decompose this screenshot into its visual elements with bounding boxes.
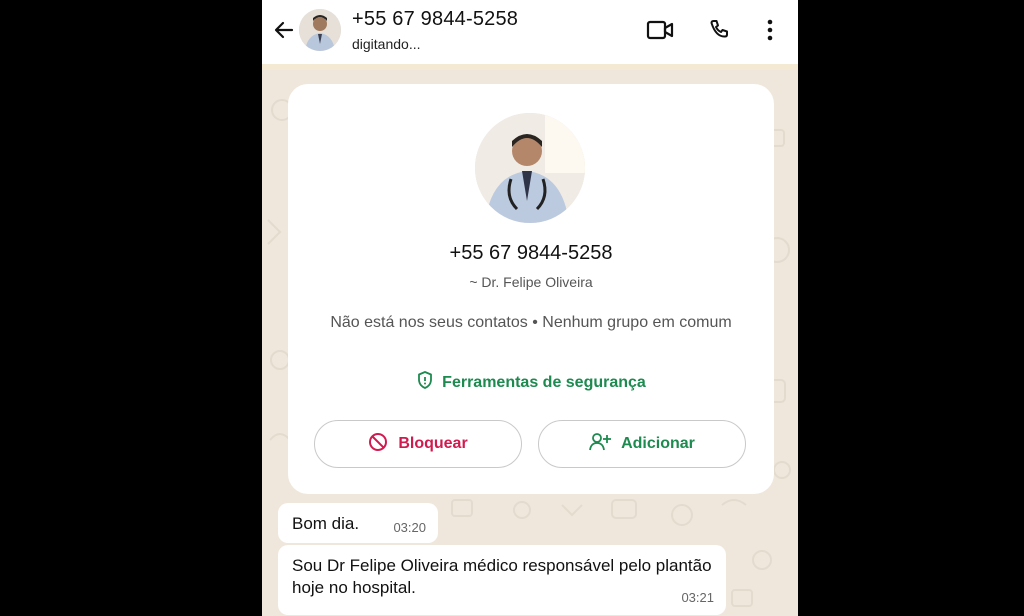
message-bubble[interactable]: Bom dia. 03:20 xyxy=(278,503,438,543)
message-text: Bom dia. xyxy=(292,514,360,533)
contact-phone: +55 67 9844-5258 xyxy=(449,242,613,264)
header-divider xyxy=(262,64,798,70)
message-text: Sou Dr Felipe Oliveira médico responsáve… xyxy=(292,556,712,597)
shield-icon xyxy=(416,370,434,395)
more-options-icon[interactable] xyxy=(756,16,784,44)
contact-status-info: Não está nos seus contatos • Nenhum grup… xyxy=(330,314,732,331)
chat-screen: +55 67 9844-5258 digitando... +55 67 984… xyxy=(262,0,798,616)
message-time: 03:20 xyxy=(393,520,426,535)
contact-info-card: +55 67 9844-5258 ~ Dr. Felipe Oliveira N… xyxy=(288,84,774,494)
video-call-icon[interactable] xyxy=(646,16,674,44)
block-label: Bloquear xyxy=(398,435,468,452)
security-tools-label: Ferramentas de segurança xyxy=(442,373,646,391)
add-contact-button[interactable]: Adicionar xyxy=(538,420,746,468)
chat-header: +55 67 9844-5258 digitando... xyxy=(262,0,798,64)
header-status: digitando... xyxy=(352,36,421,52)
message-time: 03:21 xyxy=(681,590,714,605)
contact-name: ~ Dr. Felipe Oliveira xyxy=(469,274,593,290)
add-contact-icon xyxy=(589,432,612,457)
contact-avatar[interactable] xyxy=(475,113,585,223)
block-button[interactable]: Bloquear xyxy=(314,420,522,468)
phone-call-icon[interactable] xyxy=(705,16,733,44)
message-bubble[interactable]: Sou Dr Felipe Oliveira médico responsáve… xyxy=(278,545,726,615)
back-arrow-icon[interactable] xyxy=(270,16,298,44)
add-contact-label: Adicionar xyxy=(621,435,695,452)
header-avatar[interactable] xyxy=(299,9,341,51)
block-icon xyxy=(368,432,388,457)
security-tools-link[interactable]: Ferramentas de segurança xyxy=(288,370,774,395)
header-title[interactable]: +55 67 9844-5258 xyxy=(352,8,518,31)
